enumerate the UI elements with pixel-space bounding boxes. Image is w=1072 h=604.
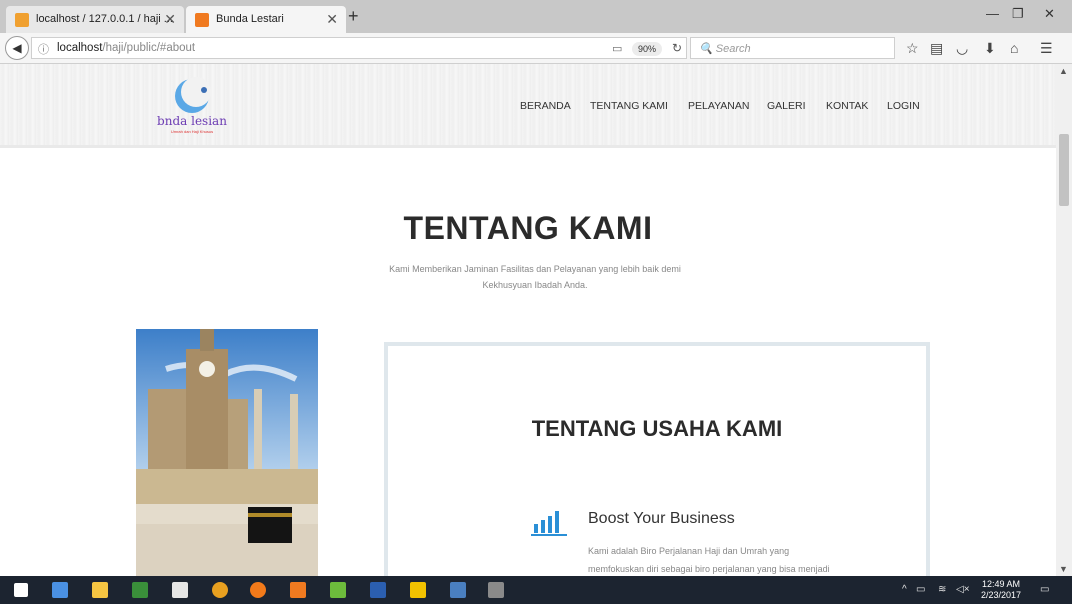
paint-icon[interactable] — [172, 582, 188, 598]
reading-list-icon[interactable]: ▤ — [930, 40, 943, 57]
volume-icon[interactable]: ◁× — [956, 584, 970, 595]
new-tab-button[interactable]: + — [348, 6, 359, 27]
scroll-up-icon[interactable]: ▲ — [1059, 66, 1068, 76]
tab-phpmyadmin[interactable]: localhost / 127.0.0.1 / haji ... ✕ — [6, 6, 184, 33]
about-card: TENTANG USAHA KAMI Boost Your Business K… — [384, 342, 930, 576]
menu-item-pelayanan[interactable]: PELAYANAN — [688, 100, 749, 112]
scrollbar-thumb[interactable] — [1059, 134, 1069, 206]
dreamweaver-icon[interactable] — [132, 582, 148, 598]
menu-item-galeri[interactable]: GALERI — [767, 100, 806, 112]
search-input[interactable]: 🔍 Search — [690, 37, 895, 59]
minimize-icon[interactable]: — — [986, 6, 999, 21]
start-button-icon[interactable] — [14, 583, 28, 597]
site-logo[interactable]: bnda lesian Umrah dan Haji Khusus — [152, 76, 232, 140]
show-hidden-icons-icon[interactable]: ^ — [902, 584, 907, 595]
task-view-icon[interactable] — [52, 582, 68, 598]
system-clock[interactable]: 12:49 AM 2/23/2017 — [981, 579, 1021, 601]
info-icon[interactable]: ⓘ — [38, 41, 49, 57]
close-window-icon[interactable]: ✕ — [1044, 6, 1055, 22]
wifi-icon[interactable]: ≋ — [938, 584, 946, 595]
browser-nav-bar: ◀ ⓘ localhost/haji/public/#about ▭ 90% ↻… — [0, 33, 1072, 64]
phpmyadmin-icon — [15, 13, 29, 27]
menu-item-tentang-kami[interactable]: TENTANG KAMI — [590, 100, 668, 112]
reader-view-icon[interactable]: ▭ — [612, 42, 622, 55]
home-icon[interactable]: ⌂ — [1010, 40, 1018, 56]
app-icon-3[interactable] — [488, 582, 504, 598]
tab-title: Bunda Lestari — [216, 13, 284, 25]
scroll-down-icon[interactable]: ▼ — [1059, 564, 1068, 574]
card-title: TENTANG USAHA KAMI — [531, 416, 783, 441]
page-scrollbar[interactable]: ▲ ▼ — [1056, 64, 1072, 576]
site-favicon-icon — [195, 13, 209, 27]
back-button[interactable]: ◀ — [5, 36, 29, 60]
search-icon: 🔍 — [699, 43, 716, 55]
zoom-level[interactable]: 90% — [632, 42, 662, 56]
header-banner: bnda lesian Umrah dan Haji Khusus BERAND… — [0, 64, 1056, 148]
pocket-icon[interactable]: ◡ — [956, 40, 968, 57]
firefox-icon[interactable] — [250, 582, 266, 598]
tab-bunda-lestari[interactable]: Bunda Lestari ✕ — [186, 6, 346, 33]
logo-text: bnda lesian — [157, 114, 227, 128]
reload-icon[interactable]: ↻ — [672, 41, 682, 55]
bookmark-star-icon[interactable]: ☆ — [906, 40, 919, 57]
menu-icon[interactable]: ☰ — [1040, 40, 1053, 57]
logo-tagline: Umrah dan Haji Khusus — [170, 129, 214, 134]
battery-icon[interactable]: ▭ — [916, 584, 925, 595]
page-viewport: bnda lesian Umrah dan Haji Khusus BERAND… — [0, 64, 1056, 576]
menu-item-kontak[interactable]: KONTAK — [826, 100, 868, 112]
browser-tab-bar: localhost / 127.0.0.1 / haji ... ✕ Bunda… — [0, 0, 1072, 33]
notepad-plus-icon[interactable] — [330, 582, 346, 598]
feature-text: Kami adalah Biro Perjalanan Haji dan Umr… — [588, 546, 830, 574]
mecca-photo — [136, 329, 318, 576]
close-tab-icon[interactable]: ✕ — [326, 11, 338, 28]
page-title: TENTANG KAMI — [403, 210, 653, 246]
restore-icon[interactable]: ❐ — [1012, 6, 1024, 22]
word-icon[interactable] — [370, 582, 386, 598]
download-icon[interactable]: ⬇ — [984, 40, 996, 57]
close-tab-icon[interactable]: ✕ — [164, 11, 176, 28]
bar-chart-icon — [531, 511, 567, 536]
chrome-icon[interactable] — [212, 582, 228, 598]
taskbar: ^ ▭ ≋ ◁× 12:49 AM 2/23/2017 ▭ — [0, 576, 1072, 604]
address-bar[interactable]: ⓘ localhost/haji/public/#about ▭ 90% ↻ — [31, 37, 687, 59]
notifications-icon[interactable]: ▭ — [1040, 584, 1049, 595]
tab-title: localhost / 127.0.0.1 / haji ... — [36, 13, 173, 25]
url-text[interactable]: localhost/haji/public/#about — [57, 42, 195, 54]
crescent-logo-icon — [175, 77, 211, 113]
menu-item-beranda[interactable]: BERANDA — [520, 100, 571, 112]
app-icon-2[interactable] — [450, 582, 466, 598]
page-subtitle: Kami Memberikan Jaminan Fasilitas dan Pe… — [389, 264, 681, 290]
app-icon[interactable] — [410, 582, 426, 598]
menu-item-login[interactable]: LOGIN — [887, 100, 920, 112]
xampp-icon[interactable] — [290, 582, 306, 598]
feature-title: Boost Your Business — [588, 510, 735, 527]
file-explorer-icon[interactable] — [92, 582, 108, 598]
